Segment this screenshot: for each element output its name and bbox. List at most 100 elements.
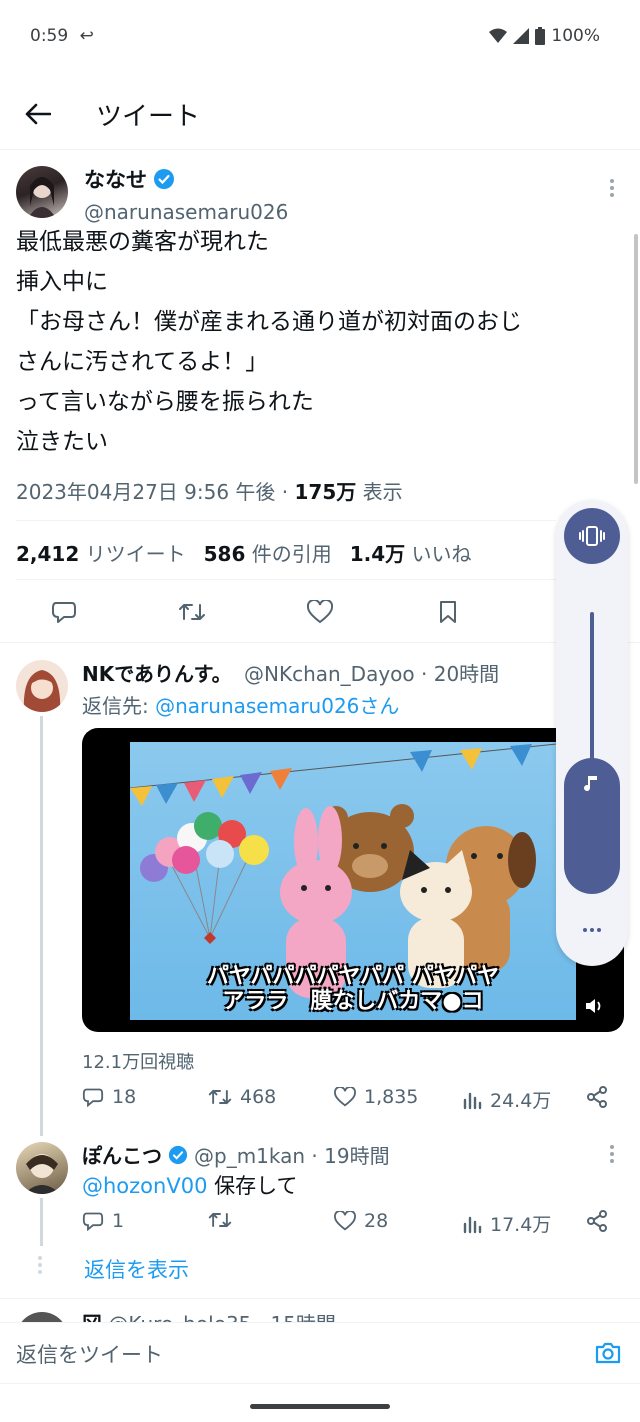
retweet-button[interactable] [208,1210,240,1230]
heart-icon [307,600,333,624]
home-indicator[interactable] [250,1404,390,1409]
like-count: 28 [364,1210,389,1232]
reply-composer: 返信をツイート [0,1322,640,1384]
mute-button[interactable] [580,992,608,1020]
reply-count: 1 [112,1210,125,1232]
author-handle[interactable]: @narunasemaru026 [84,200,288,224]
like-button[interactable] [298,590,342,634]
share-icon [587,1086,607,1108]
volume-slider-thumb[interactable] [564,758,620,894]
thread-line [40,1198,43,1246]
volume-more-icon[interactable] [578,920,606,940]
divider [16,579,556,580]
video-caption: パヤパパパパヤパパ パヤパヤ アララ 膜なしバカマ●コ [206,964,500,1014]
status-bar: 0:59 ↩ 100% [0,0,640,76]
bookmark-icon [440,601,456,623]
reply-author-handle[interactable]: @NKchan_Dayoo [244,662,415,686]
analytics-count: 17.4万 [490,1214,552,1236]
more-options-icon[interactable] [600,176,624,200]
heart-icon [334,1211,356,1231]
music-note-icon [584,776,597,792]
reply-avatar[interactable] [16,660,68,712]
retweets-stat[interactable]: 2,412 リツイート [16,538,186,567]
heart-icon [334,1087,356,1107]
reply-icon [82,1212,104,1231]
reply-author-handle[interactable]: @Kuro_hole35 [108,1312,251,1322]
analytics-button[interactable]: 24.4万 [462,1086,551,1113]
reply-icon [52,602,76,623]
tweet-stats: 2,412 リツイート 586 件の引用 1.4万 いいね [16,538,472,567]
battery-percent: 100% [551,26,600,46]
views-label: 表示 [356,480,403,504]
share-button[interactable] [586,1210,608,1232]
reply-author-handle[interactable]: @p_m1kan [194,1144,305,1168]
back-arrow-notification-icon: ↩ [79,26,94,46]
tweet-line: さんに汚されてるよ！」 [16,349,269,375]
reply-to-mention[interactable]: @narunasemaru026さん [155,694,399,718]
share-button[interactable] [586,1086,608,1108]
volume-slider-track[interactable] [590,612,594,772]
reply-text: @hozonV00 保存して [82,1174,298,1198]
show-replies-link[interactable]: 返信を表示 [84,1254,189,1284]
retweet-icon [208,1212,232,1228]
tweet-text: 最低最悪の糞客が現れた 挿入中に 「お母さん！僕が産まれる通り道が初対面のおじ … [16,222,616,462]
tweet-meta: 2023年04月27日 9:56 午後 · 175万 表示 [16,476,403,505]
status-time: 0:59 ↩ [30,26,94,46]
reply-button[interactable]: 18 [82,1086,136,1108]
divider [0,1298,640,1299]
reply-button[interactable] [42,590,86,634]
arrow-left-icon [25,103,51,125]
author-name[interactable]: ななせ [84,164,147,194]
like-button[interactable]: 28 [334,1210,388,1232]
reply-icon [82,1088,104,1107]
like-button[interactable]: 1,835 [334,1086,418,1108]
reply-to: 返信先: @narunasemaru026さん [82,694,400,718]
volume-icon [586,999,601,1013]
volume-panel [556,500,628,966]
reply-header: NKでありんす。 @NKchan_Dayoo · 20時間 [82,658,499,687]
tweet-timestamp[interactable]: 2023年04月27日 9:56 午後 · [16,480,295,504]
bookmark-button[interactable] [426,590,470,634]
verified-badge-icon [168,1145,188,1164]
verified-badge-icon [154,169,174,189]
reply-button[interactable]: 1 [82,1210,124,1232]
scrollbar[interactable] [634,234,638,484]
divider [0,1383,640,1384]
divider [16,520,556,521]
author-avatar[interactable] [16,166,68,218]
analytics-icon [463,1092,482,1109]
page-title: ツイート [96,102,201,132]
retweet-button[interactable]: 468 [208,1086,276,1108]
tweet-line: 最低最悪の糞客が現れた [16,229,269,255]
more-options-icon[interactable] [600,1144,624,1164]
status-icons: 100% [489,26,600,46]
likes-stat[interactable]: 1.4万 いいね [350,538,472,567]
analytics-button[interactable]: 17.4万 [462,1210,551,1237]
camera-button[interactable] [592,1337,624,1369]
video-player[interactable]: パヤパパパパヤパパ パヤパヤ アララ 膜なしバカマ●コ [82,728,624,1032]
retweet-button[interactable] [170,590,214,634]
reply-input[interactable]: 返信をツイート [16,1339,163,1369]
camera-icon [595,1342,621,1364]
reply-mention[interactable]: @hozonV00 [82,1174,207,1198]
tweet-actions [0,588,640,638]
reply-author-name[interactable]: ぽんこつ [82,1140,162,1169]
views-count: 175万 [294,480,357,504]
signal-icon [513,28,530,44]
divider [0,642,640,643]
back-button[interactable] [16,92,60,136]
tweet-line: って言いながら腰を振られた [16,389,314,415]
thread-dots [38,1256,42,1274]
ringer-mode-button[interactable] [564,508,620,564]
reply-avatar[interactable] [16,1142,68,1194]
reply-count: 18 [112,1086,137,1108]
reply-author-name[interactable]: NKでありんす。 [82,662,232,686]
retweet-icon [208,1089,232,1105]
reply-time: · 15時間 [251,1312,336,1322]
retweet-icon [179,604,205,620]
wifi-icon [489,28,508,43]
reply-author-name[interactable]: 冈 [82,1312,102,1322]
tweet-line: 「お母さん！僕が産まれる通り道が初対面のおじ [16,309,522,335]
analytics-count: 24.4万 [490,1090,552,1112]
quotes-stat[interactable]: 586 件の引用 [204,538,332,567]
